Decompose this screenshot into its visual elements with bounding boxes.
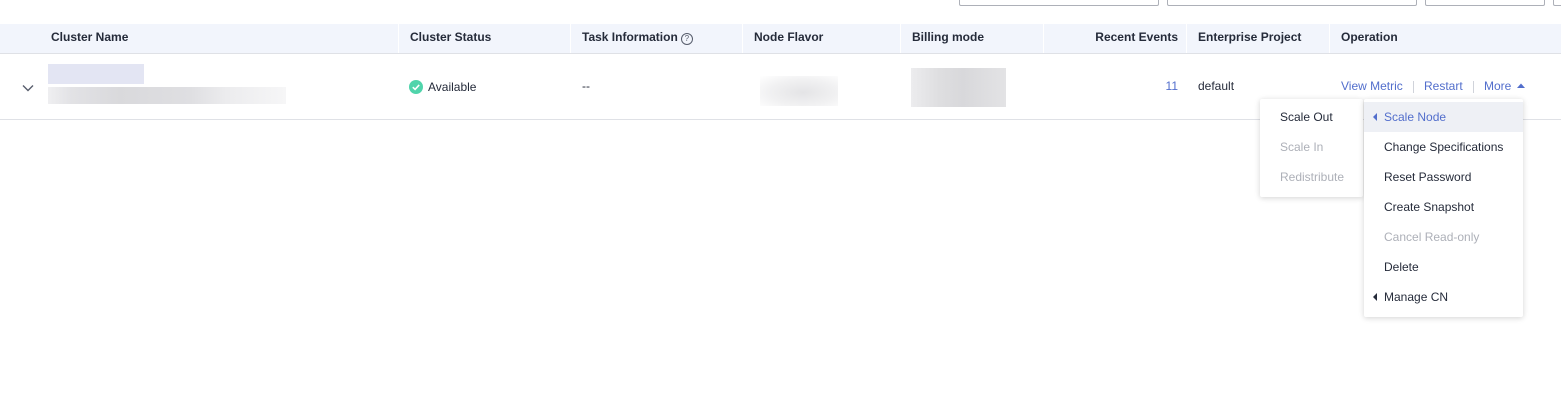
header-enterprise-project[interactable]: Enterprise Project <box>1198 24 1301 53</box>
caret-left-icon <box>1373 293 1377 301</box>
cluster-name-redacted[interactable] <box>48 64 144 84</box>
billing-mode-redacted <box>911 68 1006 107</box>
task-information-value: -- <box>582 79 590 93</box>
recent-events-count[interactable]: 11 <box>1043 79 1178 93</box>
filter-select-1[interactable] <box>959 0 1159 6</box>
enterprise-project-value: default <box>1198 79 1235 93</box>
filter-select-2[interactable] <box>1167 0 1417 6</box>
scale-node-submenu: Scale Out Scale In Redistribute <box>1260 99 1363 197</box>
menu-item-label: Scale Node <box>1384 110 1447 124</box>
header-operation: Operation <box>1341 30 1398 44</box>
status-text: Available <box>428 80 477 94</box>
search-input[interactable] <box>1425 0 1545 6</box>
caret-up-icon <box>1516 83 1525 88</box>
menu-item-delete[interactable]: Delete <box>1364 252 1523 282</box>
menu-item-change-specifications[interactable]: Change Specifications <box>1364 132 1523 162</box>
caret-left-icon <box>1373 113 1377 121</box>
help-circle-icon[interactable]: ? <box>680 33 693 45</box>
header-recent-events[interactable]: Recent Events <box>1043 24 1178 53</box>
more-label: More <box>1484 79 1512 93</box>
menu-item-reset-password[interactable]: Reset Password <box>1364 162 1523 192</box>
header-task-information-label: Task Information <box>582 30 678 44</box>
header-cluster-name[interactable]: Cluster Name <box>51 24 128 53</box>
chevron-down-icon[interactable] <box>22 81 34 95</box>
more-dropdown[interactable]: More <box>1484 79 1525 93</box>
view-metric-link[interactable]: View Metric <box>1341 79 1403 93</box>
header-cluster-status[interactable]: Cluster Status <box>410 24 491 53</box>
refresh-button[interactable] <box>1553 0 1561 6</box>
menu-item-create-snapshot[interactable]: Create Snapshot <box>1364 192 1523 222</box>
check-circle-icon <box>409 80 423 97</box>
cluster-id-redacted <box>48 87 286 104</box>
header-node-flavor[interactable]: Node Flavor <box>754 24 823 53</box>
menu-item-cancel-read-only: Cancel Read-only <box>1384 230 1480 244</box>
more-menu: Scale Node Change Specifications Reset P… <box>1364 99 1523 317</box>
node-flavor-redacted <box>760 76 838 106</box>
menu-item-label: Manage CN <box>1384 290 1449 304</box>
menu-item-manage-cn[interactable]: Manage CN <box>1364 282 1523 312</box>
header-task-information: Task Information? <box>582 24 693 53</box>
header-billing-mode[interactable]: Billing mode <box>912 24 984 53</box>
redistribute-item: Redistribute <box>1280 170 1345 184</box>
table-header: Cluster Name Cluster Status Task Informa… <box>0 24 1561 54</box>
restart-link[interactable]: Restart <box>1424 79 1463 93</box>
scale-in-item: Scale In <box>1280 140 1324 154</box>
scale-out-item[interactable]: Scale Out <box>1260 102 1363 132</box>
menu-item-scale-node[interactable]: Scale Node <box>1364 102 1523 132</box>
